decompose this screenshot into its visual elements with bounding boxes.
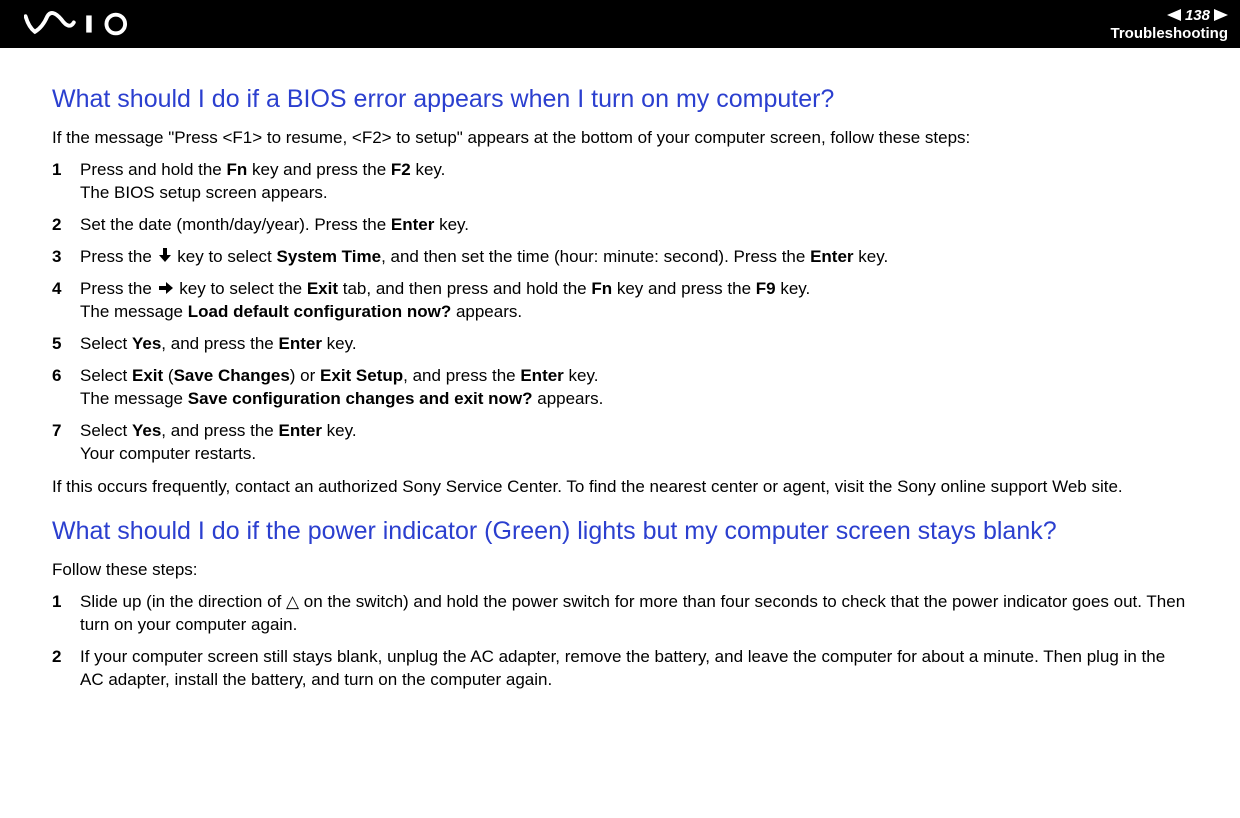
header-bar: 138 Troubleshooting (0, 0, 1240, 48)
step-body: Press the key to select the Exit tab, an… (80, 278, 1188, 324)
page-content: What should I do if a BIOS error appears… (0, 48, 1240, 692)
section2-heading: What should I do if the power indicator … (52, 516, 1188, 547)
step-body: Press and hold the Fn key and press the … (80, 159, 1188, 205)
step-body: Select Yes, and press the Enter key. (80, 333, 1188, 356)
step-item: 1 Slide up (in the direction of △ on the… (52, 591, 1188, 637)
step-number: 5 (52, 333, 80, 356)
step-number: 6 (52, 365, 80, 411)
arrow-down-icon (159, 246, 171, 269)
step-number: 1 (52, 591, 80, 637)
step-number: 4 (52, 278, 80, 324)
step-number: 3 (52, 246, 80, 269)
step-item: 3 Press the key to select System Time, a… (52, 246, 1188, 269)
step-item: 5 Select Yes, and press the Enter key. (52, 333, 1188, 356)
section1-steps: 1 Press and hold the Fn key and press th… (52, 159, 1188, 465)
step-item: 2 Set the date (month/day/year). Press t… (52, 214, 1188, 237)
step-item: 4 Press the key to select the Exit tab, … (52, 278, 1188, 324)
header-nav: 138 Troubleshooting (1111, 7, 1229, 42)
step-item: 2 If your computer screen still stays bl… (52, 646, 1188, 692)
step-item: 6 Select Exit (Save Changes) or Exit Set… (52, 365, 1188, 411)
step-body: Slide up (in the direction of △ on the s… (80, 591, 1188, 637)
page-number: 138 (1185, 7, 1210, 24)
step-number: 2 (52, 646, 80, 692)
section1-footer: If this occurs frequently, contact an au… (52, 476, 1188, 498)
step-body: Select Exit (Save Changes) or Exit Setup… (80, 365, 1188, 411)
step-body: Set the date (month/day/year). Press the… (80, 214, 1188, 237)
nav-prev-icon[interactable] (1167, 9, 1181, 21)
section1-heading: What should I do if a BIOS error appears… (52, 84, 1188, 115)
section2-intro: Follow these steps: (52, 559, 1188, 581)
section-label: Troubleshooting (1111, 25, 1229, 42)
arrow-right-icon (159, 278, 173, 301)
step-number: 1 (52, 159, 80, 205)
step-item: 7 Select Yes, and press the Enter key. Y… (52, 420, 1188, 466)
step-number: 7 (52, 420, 80, 466)
step-number: 2 (52, 214, 80, 237)
step-item: 1 Press and hold the Fn key and press th… (52, 159, 1188, 205)
nav-next-icon[interactable] (1214, 9, 1228, 21)
section1-intro: If the message "Press <F1> to resume, <F… (52, 127, 1188, 149)
step-body: Press the key to select System Time, and… (80, 246, 1188, 269)
section2-steps: 1 Slide up (in the direction of △ on the… (52, 591, 1188, 692)
section2: What should I do if the power indicator … (52, 516, 1188, 692)
step-body: Select Yes, and press the Enter key. You… (80, 420, 1188, 466)
step-body: If your computer screen still stays blan… (80, 646, 1188, 692)
vaio-logo (24, 10, 164, 38)
page-nav: 138 (1167, 7, 1228, 24)
